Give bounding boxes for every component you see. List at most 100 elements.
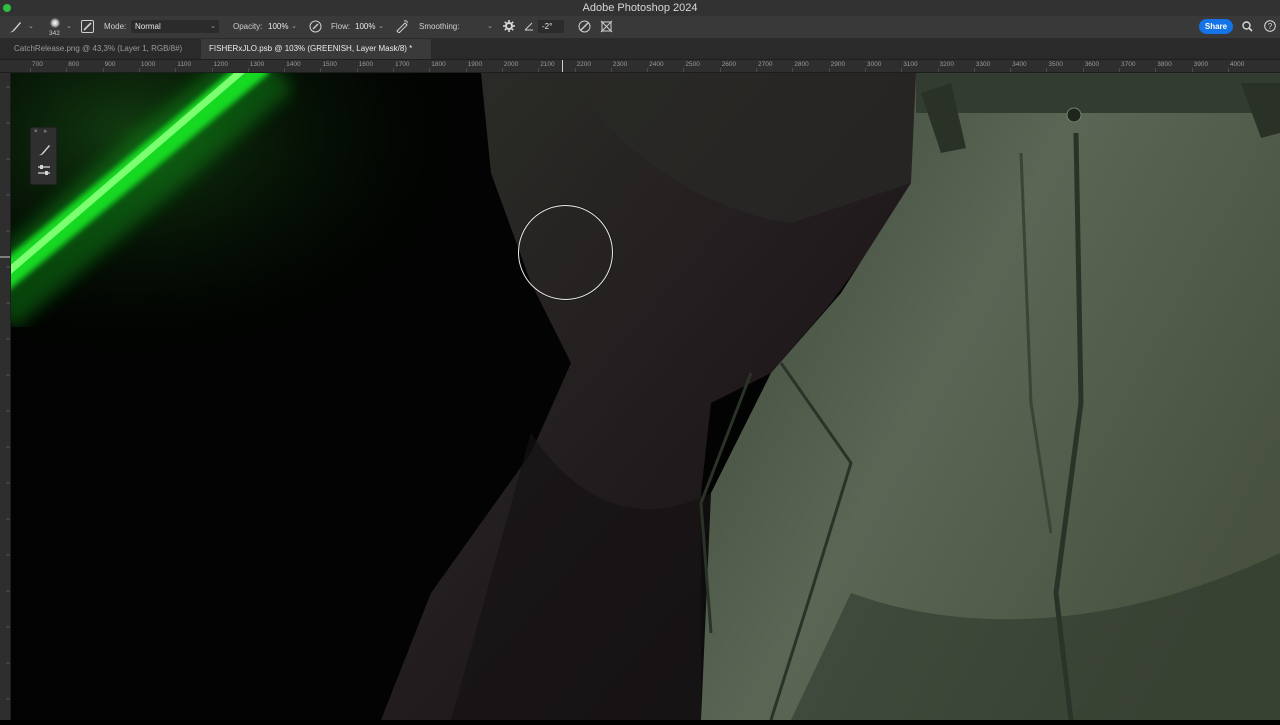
ruler-tick-mark [1046,68,1048,72]
horizontal-ruler[interactable]: 700 800 900 1000 1100 1200 1300 1400 1500 1600 170… [0,60,1280,73]
ruler-tick-label: 3100 [903,61,918,68]
document-tabs: CatchRelease.png @ 43,3% (Layer 1, RGB/8… [0,39,1280,60]
ruler-tick-label: 1700 [395,61,410,68]
ruler-tick-mark [1191,68,1193,72]
ruler-tick-mark [719,68,721,72]
brush-size-value: 342 [49,30,60,37]
symmetry-icon[interactable] [600,20,613,36]
ruler-tick-mark [901,68,903,72]
ruler-tick-mark [937,68,939,72]
ruler-tick-label: 700 [32,61,43,68]
panel-close-icon[interactable]: × [34,129,38,135]
brush-settings-icon[interactable] [36,162,52,178]
ruler-tick-mark [465,68,467,72]
pressure-opacity-icon[interactable] [309,20,322,36]
ruler-tick-label: 2400 [649,61,664,68]
ruler-tick-label: 3300 [975,61,991,68]
ruler-tick-mark [792,68,794,72]
pressure-size-icon[interactable] [578,20,591,36]
mode-select[interactable]: Normal ⌄ [131,20,219,33]
brush-cursor [518,205,613,300]
options-bar: ⌄ 342 ⌄ Mode: Normal ⌄ Opacity: 100% ⌄ F… [0,16,1280,39]
title-bar: Adobe Photoshop 2024 [0,0,1280,17]
brush-tool-icon[interactable] [36,142,52,158]
ruler-tick-label: 1600 [358,61,374,68]
ruler-tick-label: 1500 [322,61,337,68]
ruler-tick-label: 2900 [830,61,846,68]
ruler-tick-mark [610,68,612,72]
ruler-tick-label: 4000 [1229,61,1245,68]
opacity-input-value: 100% [268,22,289,31]
ruler-tick-label: 3600 [1084,61,1100,68]
ruler-tick-mark [211,68,213,72]
mode-chevron-icon: ⌄ [210,23,216,30]
floating-tool-panel[interactable]: ×» [30,127,57,185]
ruler-tick-mark [973,68,975,72]
ruler-tick-label: 800 [68,61,80,68]
ruler-tick-label: 3900 [1193,61,1209,68]
ruler-tick-mark [247,68,249,72]
ruler-tick-mark [574,68,576,72]
canvas-artwork [11,73,1280,720]
tab-label: CatchRelease.png @ 43,3% (Layer 1, RGB/8… [14,44,183,53]
smoothing-options-gear-icon[interactable] [503,20,515,35]
brush-preview-icon[interactable] [50,18,60,28]
ruler-tick-label: 1100 [177,61,192,68]
brush-picker-chevron-icon[interactable]: ⌄ [66,22,72,32]
ruler-tick-mark [828,68,830,72]
ruler-tick-mark [429,68,431,72]
ruler-tick-label: 1000 [140,61,156,68]
ruler-tick-label: 900 [104,61,116,68]
vertical-ruler[interactable] [0,73,11,720]
ruler-tick-mark [356,68,358,72]
search-icon[interactable] [1242,21,1253,35]
ruler-tick-mark [175,68,177,72]
ruler-tick-label: 3800 [1157,61,1172,68]
share-button[interactable]: Share [1199,19,1233,34]
mode-label: Mode: [104,22,127,31]
ruler-tick-mark [320,68,322,72]
help-icon[interactable]: ? [1264,20,1276,35]
ruler-tick-label: 2300 [612,61,628,68]
tab-catchrelease[interactable]: CatchRelease.png @ 43,3% (Layer 1, RGB/8… [6,39,200,59]
ruler-tick-mark [66,68,68,72]
airbrush-icon[interactable] [395,20,409,36]
tab-fisherxjlo[interactable]: FISHERxJLO.psb @ 103% (GREENISH, Layer M… [201,39,431,59]
tab-label: FISHERxJLO.psb @ 103% (GREENISH, Layer M… [209,44,413,53]
mode-select-value: Normal [135,22,161,31]
panel-header: ×» [31,128,56,136]
opacity-label: Opacity: [233,22,263,31]
brush-tool-preset-icon[interactable] [8,20,24,37]
ruler-tick-mark [756,68,757,72]
ruler-tick-label: 1200 [213,61,228,68]
ruler-tick-mark [30,68,31,72]
ruler-tick-label: 2600 [721,61,737,68]
ruler-tick-mark [864,68,866,72]
flow-input[interactable]: 100% ⌄ [351,20,387,33]
ruler-tick-label: 3200 [939,61,954,68]
ruler-tick-mark [1227,68,1229,72]
ruler-tick-label: 2200 [576,61,591,68]
brush-settings-toggle-icon[interactable] [81,20,94,36]
brush-angle-input[interactable]: -2° [538,20,564,33]
flow-label: Flow: [331,22,351,31]
ruler-tick-label: 3500 [1048,61,1063,68]
ruler-tick-label: 3400 [1012,61,1027,68]
smoothing-input[interactable]: ⌄ [458,20,496,33]
ruler-tick-mark [501,68,503,72]
brush-angle-icon [524,21,534,34]
ruler-tick-mark [138,68,140,72]
opacity-input[interactable]: 100% ⌄ [264,20,300,33]
brush-angle-value: -2° [542,22,553,31]
ruler-tick-label: 2100 [540,61,555,68]
ruler-tick-label: 1400 [286,61,301,68]
ruler-cursor-marker [562,60,563,72]
ruler-tick-mark [284,68,286,72]
ruler-tick-mark [102,68,104,72]
document-canvas[interactable] [11,73,1280,720]
app-title: Adobe Photoshop 2024 [582,2,698,14]
svg-text:?: ? [1268,22,1273,31]
preset-dropdown-chevron-icon[interactable]: ⌄ [28,22,34,32]
opacity-chevron-icon: ⌄ [291,23,297,30]
panel-collapse-icon[interactable]: » [44,129,47,135]
